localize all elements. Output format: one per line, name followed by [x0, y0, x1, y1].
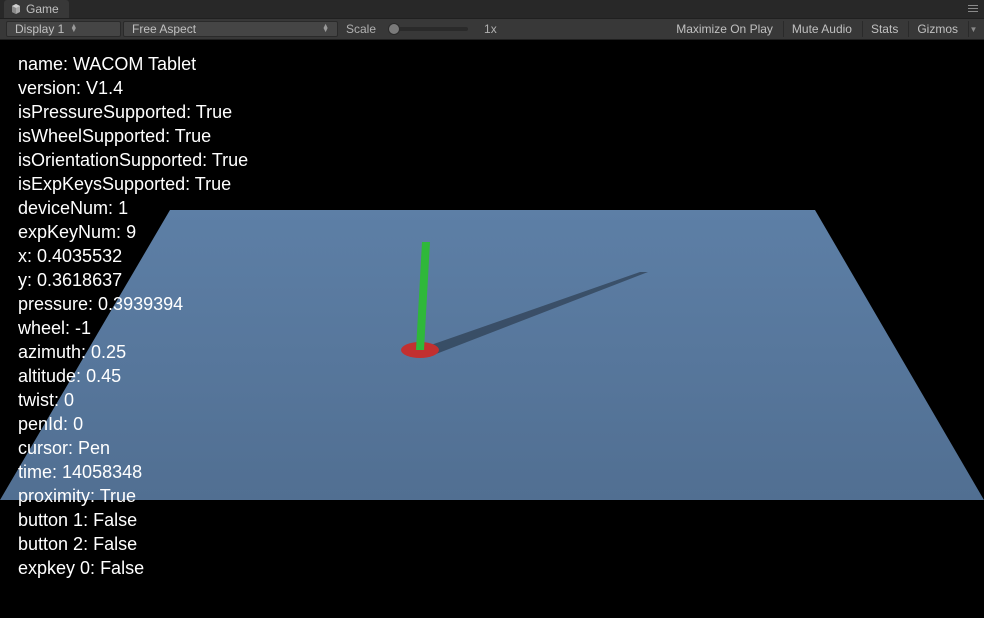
gizmos-button[interactable]: Gizmos: [908, 21, 966, 37]
maximize-on-play-button[interactable]: Maximize On Play: [668, 21, 781, 37]
debug-overlay: name: WACOM Tablet version: V1.4 isPress…: [18, 52, 248, 580]
unity-logo-icon: [10, 3, 22, 15]
stats-button[interactable]: Stats: [862, 21, 906, 37]
scale-value: 1x: [474, 22, 503, 36]
slider-thumb[interactable]: [388, 23, 400, 35]
updown-icon: ▲▼: [322, 25, 329, 33]
mute-audio-button[interactable]: Mute Audio: [783, 21, 860, 37]
tab-options[interactable]: [968, 4, 984, 14]
tab-bar: Game: [0, 0, 984, 18]
display-dropdown[interactable]: Display 1 ▲▼: [6, 21, 121, 37]
aspect-dropdown-label: Free Aspect: [132, 22, 196, 36]
game-toolbar: Display 1 ▲▼ Free Aspect ▲▼ Scale 1x Max…: [0, 18, 984, 40]
game-tab-label: Game: [26, 2, 59, 16]
tab-menu-icon: [968, 4, 978, 14]
scale-slider[interactable]: [388, 27, 468, 31]
display-dropdown-label: Display 1: [15, 22, 64, 36]
game-tab[interactable]: Game: [4, 0, 69, 18]
aspect-dropdown[interactable]: Free Aspect ▲▼: [123, 21, 338, 37]
scale-label: Scale: [340, 22, 382, 36]
gizmos-dropdown[interactable]: ▼: [968, 21, 978, 37]
updown-icon: ▲▼: [70, 25, 77, 33]
